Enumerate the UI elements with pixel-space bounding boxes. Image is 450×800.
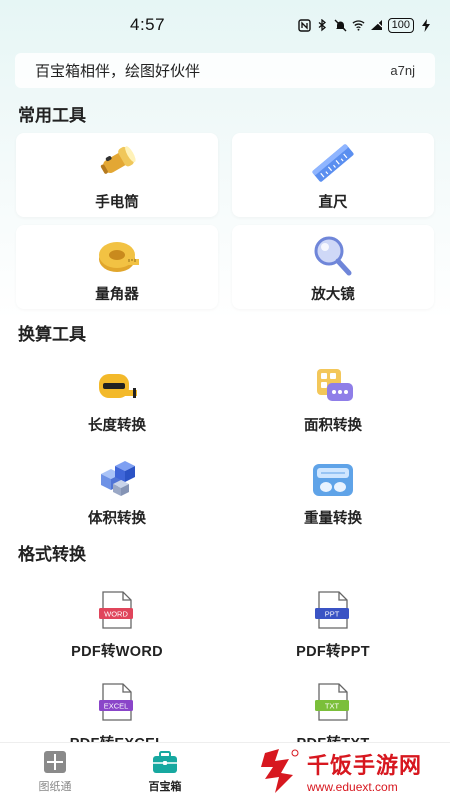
format-label: PDF转PPT — [296, 644, 370, 660]
tool-card-volume[interactable]: 体积转换 — [16, 449, 218, 533]
tool-label: 面积转换 — [304, 418, 362, 434]
word-document-icon: WORD — [93, 586, 141, 634]
slogan-banner: 百宝箱相伴，绘图好伙伴 a7nj — [15, 53, 435, 88]
format-label: PDF转WORD — [71, 644, 163, 660]
charging-icon — [419, 18, 432, 32]
format-card-pdf-word[interactable]: WORD PDF转WORD — [16, 580, 218, 664]
tool-label: 手电筒 — [95, 195, 139, 211]
tool-label: 体积转换 — [88, 511, 146, 527]
word-badge: WORD — [104, 610, 128, 619]
tool-card-area[interactable]: 面积转换 — [232, 356, 434, 440]
magnifier-icon — [309, 231, 357, 279]
tool-card-ruler[interactable]: 直尺 — [232, 133, 434, 217]
excel-document-icon: EXCEL — [93, 678, 141, 726]
bluetooth-icon — [316, 18, 329, 32]
tool-label: 放大镜 — [311, 287, 355, 303]
signal-icon — [370, 19, 383, 32]
section-title-format: 格式转换 — [18, 545, 86, 565]
ppt-document-icon: PPT — [309, 586, 357, 634]
status-time: 4:57 — [130, 15, 166, 34]
nav-item-toolbox[interactable]: 百宝箱 — [110, 749, 220, 794]
battery-level: 100 — [387, 17, 414, 33]
calculator-icon — [309, 362, 357, 410]
toolbox-icon — [153, 751, 177, 773]
tool-card-magnifier[interactable]: 放大镜 — [232, 225, 434, 309]
ruler-icon — [309, 139, 357, 187]
section-title-common: 常用工具 — [18, 106, 86, 126]
tool-label: 重量转换 — [304, 511, 362, 527]
flashlight-icon — [93, 139, 141, 187]
format-card-pdf-ppt[interactable]: PPT PDF转PPT — [232, 580, 434, 664]
watermark-url: www.eduext.com — [307, 780, 398, 794]
watermark-logo-icon — [261, 749, 299, 793]
tape-measure-icon — [93, 362, 141, 410]
txt-document-icon: TXT — [309, 678, 357, 726]
nfc-icon — [297, 18, 311, 32]
section-title-convert: 换算工具 — [18, 325, 86, 345]
tool-card-flashlight[interactable]: 手电筒 — [16, 133, 218, 217]
status-icons: 100 — [297, 17, 432, 33]
nav-label: 图纸通 — [38, 780, 72, 793]
banner-code: a7nj — [390, 63, 415, 78]
tool-card-length[interactable]: 长度转换 — [16, 356, 218, 440]
ppt-badge: PPT — [325, 610, 340, 619]
watermark-title: 千饭手游网 — [307, 754, 423, 779]
cubes-icon — [93, 455, 141, 503]
scale-icon — [309, 455, 357, 503]
tool-label: 直尺 — [318, 195, 348, 211]
txt-badge: TXT — [325, 702, 340, 711]
tool-label: 长度转换 — [88, 418, 146, 434]
drawing-board-icon — [44, 751, 66, 773]
watermark: 千饭手游网 www.eduext.com — [255, 742, 450, 800]
nav-label: 百宝箱 — [148, 780, 182, 793]
status-bar: 4:57 100 — [0, 0, 450, 50]
mute-bell-icon — [334, 19, 347, 32]
tape-measure-icon — [93, 231, 141, 279]
wifi-icon — [352, 19, 365, 32]
banner-slogan: 百宝箱相伴，绘图好伙伴 — [35, 62, 201, 80]
excel-badge: EXCEL — [104, 702, 129, 711]
nav-item-drawings[interactable]: 图纸通 — [0, 749, 110, 794]
watermark-text: 千饭手游网 www.eduext.com — [307, 748, 422, 794]
tool-card-protractor[interactable]: 量角器 — [16, 225, 218, 309]
tool-label: 量角器 — [95, 287, 139, 303]
tool-card-weight[interactable]: 重量转换 — [232, 449, 434, 533]
